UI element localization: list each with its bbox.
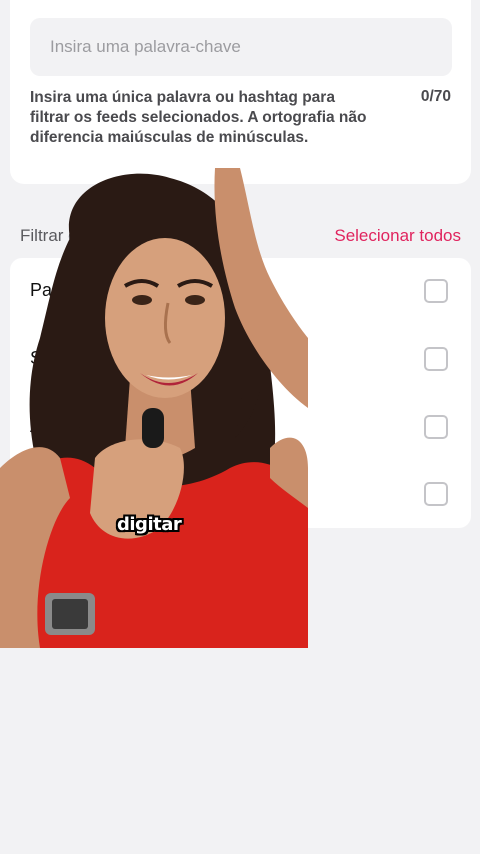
presenter-video-overlay <box>0 168 308 648</box>
keyword-hint: Insira uma única palavra ou hashtag para… <box>30 89 367 146</box>
keyword-card: Insira uma única palavra ou hashtag para… <box>10 0 471 184</box>
feed-option-checkbox[interactable] <box>424 415 448 439</box>
select-all-button[interactable]: Selecionar todos <box>334 226 461 246</box>
video-caption: digitar <box>117 514 182 535</box>
character-counter: 0/70 <box>420 88 451 105</box>
feed-option-checkbox[interactable] <box>424 482 448 506</box>
keyword-input[interactable] <box>30 18 452 76</box>
presenter-illustration <box>0 168 308 648</box>
feed-option-checkbox[interactable] <box>424 279 448 303</box>
feed-option-checkbox[interactable] <box>424 347 448 371</box>
